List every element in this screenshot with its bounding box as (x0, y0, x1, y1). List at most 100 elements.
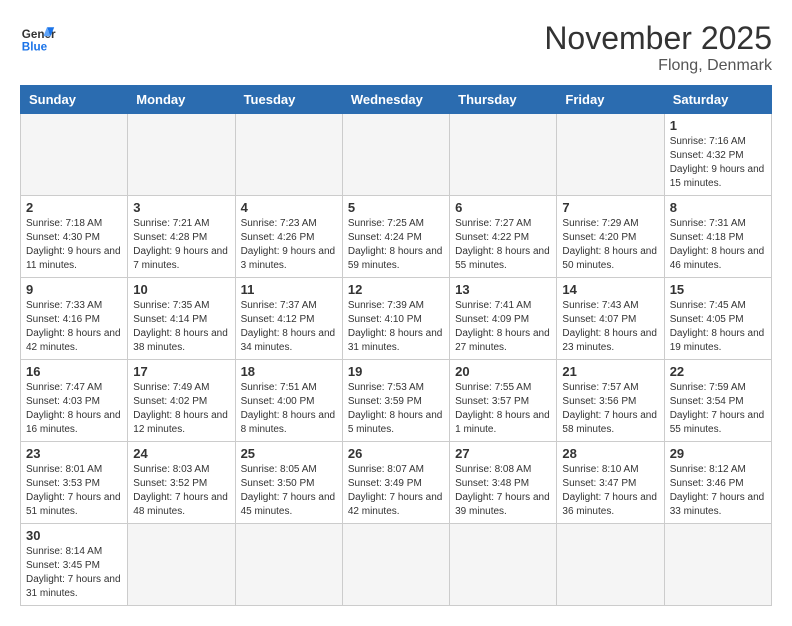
day-info: Sunrise: 8:10 AM Sunset: 3:47 PM Dayligh… (562, 463, 658, 519)
weekday-header-monday: Monday (128, 86, 235, 114)
weekday-header-thursday: Thursday (450, 86, 557, 114)
day-number: 27 (455, 446, 551, 461)
day-number: 30 (26, 528, 122, 543)
svg-text:Blue: Blue (22, 41, 48, 54)
day-number: 25 (241, 446, 337, 461)
calendar-day-cell (235, 114, 342, 196)
day-info: Sunrise: 7:39 AM Sunset: 4:10 PM Dayligh… (348, 299, 444, 355)
day-number: 4 (241, 200, 337, 215)
day-info: Sunrise: 7:18 AM Sunset: 4:30 PM Dayligh… (26, 217, 122, 273)
day-info: Sunrise: 8:05 AM Sunset: 3:50 PM Dayligh… (241, 463, 337, 519)
calendar-day-cell: 19 Sunrise: 7:53 AM Sunset: 3:59 PM Dayli… (342, 360, 449, 442)
calendar-day-cell: 11 Sunrise: 7:37 AM Sunset: 4:12 PM Dayli… (235, 278, 342, 360)
day-number: 19 (348, 364, 444, 379)
calendar-day-cell: 1 Sunrise: 7:16 AM Sunset: 4:32 PM Daylig… (664, 114, 771, 196)
day-info: Sunrise: 7:41 AM Sunset: 4:09 PM Dayligh… (455, 299, 551, 355)
calendar-day-cell: 28 Sunrise: 8:10 AM Sunset: 3:47 PM Dayli… (557, 442, 664, 524)
calendar-day-cell: 29Sunrise: 8:12 AM Sunset: 3:46 PM Dayli… (664, 442, 771, 524)
weekday-header-tuesday: Tuesday (235, 86, 342, 114)
title-section: November 2025 Flong, Denmark (544, 20, 772, 75)
day-number: 28 (562, 446, 658, 461)
day-info: Sunrise: 7:16 AM Sunset: 4:32 PM Dayligh… (670, 135, 766, 191)
calendar-day-cell: 15 Sunrise: 7:45 AM Sunset: 4:05 PM Dayli… (664, 278, 771, 360)
calendar-day-cell: 27 Sunrise: 8:08 AM Sunset: 3:48 PM Dayli… (450, 442, 557, 524)
calendar-day-cell (557, 114, 664, 196)
day-info: Sunrise: 7:29 AM Sunset: 4:20 PM Dayligh… (562, 217, 658, 273)
day-number: 3 (133, 200, 229, 215)
day-number: 11 (241, 282, 337, 297)
calendar-day-cell: 8 Sunrise: 7:31 AM Sunset: 4:18 PM Daylig… (664, 196, 771, 278)
calendar-day-cell: 17Sunrise: 7:49 AM Sunset: 4:02 PM Dayli… (128, 360, 235, 442)
calendar-day-cell: 16 Sunrise: 7:47 AM Sunset: 4:03 PM Dayli… (21, 360, 128, 442)
day-number: 16 (26, 364, 122, 379)
calendar-week-row: 1 Sunrise: 7:16 AM Sunset: 4:32 PM Daylig… (21, 114, 772, 196)
calendar-day-cell: 23Sunrise: 8:01 AM Sunset: 3:53 PM Dayli… (21, 442, 128, 524)
calendar-day-cell: 3Sunrise: 7:21 AM Sunset: 4:28 PM Daylig… (128, 196, 235, 278)
calendar-day-cell: 7Sunrise: 7:29 AM Sunset: 4:20 PM Daylig… (557, 196, 664, 278)
day-info: Sunrise: 8:01 AM Sunset: 3:53 PM Dayligh… (26, 463, 122, 519)
day-info: Sunrise: 7:31 AM Sunset: 4:18 PM Dayligh… (670, 217, 766, 273)
day-number: 15 (670, 282, 766, 297)
day-number: 10 (133, 282, 229, 297)
calendar-day-cell (450, 524, 557, 606)
day-info: Sunrise: 7:51 AM Sunset: 4:00 PM Dayligh… (241, 381, 337, 437)
calendar-day-cell (342, 114, 449, 196)
location: Flong, Denmark (544, 57, 772, 75)
calendar-day-cell: 22 Sunrise: 7:59 AM Sunset: 3:54 PM Dayli… (664, 360, 771, 442)
calendar-day-cell (664, 524, 771, 606)
calendar-day-cell: 20Sunrise: 7:55 AM Sunset: 3:57 PM Dayli… (450, 360, 557, 442)
calendar-day-cell: 9 Sunrise: 7:33 AM Sunset: 4:16 PM Daylig… (21, 278, 128, 360)
day-number: 18 (241, 364, 337, 379)
day-number: 20 (455, 364, 551, 379)
day-info: Sunrise: 7:47 AM Sunset: 4:03 PM Dayligh… (26, 381, 122, 437)
day-info: Sunrise: 7:37 AM Sunset: 4:12 PM Dayligh… (241, 299, 337, 355)
calendar-day-cell: 25 Sunrise: 8:05 AM Sunset: 3:50 PM Dayli… (235, 442, 342, 524)
day-number: 22 (670, 364, 766, 379)
day-info: Sunrise: 7:59 AM Sunset: 3:54 PM Dayligh… (670, 381, 766, 437)
weekday-header-row: SundayMondayTuesdayWednesdayThursdayFrid… (21, 86, 772, 114)
calendar-day-cell: 18 Sunrise: 7:51 AM Sunset: 4:00 PM Dayli… (235, 360, 342, 442)
day-info: Sunrise: 7:33 AM Sunset: 4:16 PM Dayligh… (26, 299, 122, 355)
day-number: 21 (562, 364, 658, 379)
calendar-day-cell (235, 524, 342, 606)
day-number: 17 (133, 364, 229, 379)
day-info: Sunrise: 7:23 AM Sunset: 4:26 PM Dayligh… (241, 217, 337, 273)
day-info: Sunrise: 7:53 AM Sunset: 3:59 PM Dayligh… (348, 381, 444, 437)
calendar-week-row: 2Sunrise: 7:18 AM Sunset: 4:30 PM Daylig… (21, 196, 772, 278)
calendar-day-cell: 2Sunrise: 7:18 AM Sunset: 4:30 PM Daylig… (21, 196, 128, 278)
day-info: Sunrise: 8:08 AM Sunset: 3:48 PM Dayligh… (455, 463, 551, 519)
day-info: Sunrise: 7:45 AM Sunset: 4:05 PM Dayligh… (670, 299, 766, 355)
day-number: 24 (133, 446, 229, 461)
day-info: Sunrise: 7:35 AM Sunset: 4:14 PM Dayligh… (133, 299, 229, 355)
day-number: 8 (670, 200, 766, 215)
weekday-header-sunday: Sunday (21, 86, 128, 114)
day-info: Sunrise: 8:07 AM Sunset: 3:49 PM Dayligh… (348, 463, 444, 519)
calendar-day-cell: 24 Sunrise: 8:03 AM Sunset: 3:52 PM Dayli… (128, 442, 235, 524)
day-number: 14 (562, 282, 658, 297)
weekday-header-saturday: Saturday (664, 86, 771, 114)
day-info: Sunrise: 7:27 AM Sunset: 4:22 PM Dayligh… (455, 217, 551, 273)
calendar-day-cell: 14Sunrise: 7:43 AM Sunset: 4:07 PM Dayli… (557, 278, 664, 360)
day-info: Sunrise: 8:14 AM Sunset: 3:45 PM Dayligh… (26, 545, 122, 601)
day-number: 26 (348, 446, 444, 461)
calendar-day-cell: 5Sunrise: 7:25 AM Sunset: 4:24 PM Daylig… (342, 196, 449, 278)
calendar-week-row: 9 Sunrise: 7:33 AM Sunset: 4:16 PM Daylig… (21, 278, 772, 360)
calendar-day-cell: 21 Sunrise: 7:57 AM Sunset: 3:56 PM Dayli… (557, 360, 664, 442)
logo: General Blue (20, 20, 56, 56)
calendar-day-cell: 10 Sunrise: 7:35 AM Sunset: 4:14 PM Dayli… (128, 278, 235, 360)
day-number: 1 (670, 118, 766, 133)
weekday-header-friday: Friday (557, 86, 664, 114)
month-title: November 2025 (544, 20, 772, 57)
day-number: 9 (26, 282, 122, 297)
calendar-day-cell: 12 Sunrise: 7:39 AM Sunset: 4:10 PM Dayli… (342, 278, 449, 360)
page-header: General Blue November 2025 Flong, Denmar… (20, 20, 772, 75)
calendar-day-cell: 13Sunrise: 7:41 AM Sunset: 4:09 PM Dayli… (450, 278, 557, 360)
day-number: 12 (348, 282, 444, 297)
calendar-day-cell (128, 524, 235, 606)
day-info: Sunrise: 8:03 AM Sunset: 3:52 PM Dayligh… (133, 463, 229, 519)
day-info: Sunrise: 8:12 AM Sunset: 3:46 PM Dayligh… (670, 463, 766, 519)
day-info: Sunrise: 7:57 AM Sunset: 3:56 PM Dayligh… (562, 381, 658, 437)
calendar-day-cell (450, 114, 557, 196)
day-info: Sunrise: 7:25 AM Sunset: 4:24 PM Dayligh… (348, 217, 444, 273)
calendar-week-row: 23Sunrise: 8:01 AM Sunset: 3:53 PM Dayli… (21, 442, 772, 524)
